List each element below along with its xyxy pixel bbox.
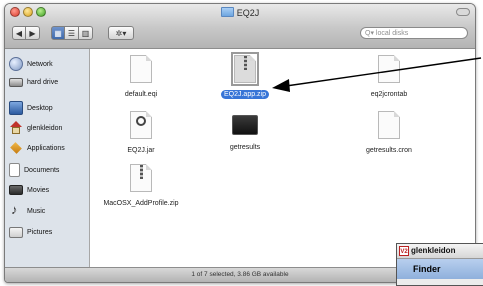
file-item-selected[interactable]: EQ2J.app.zip (200, 52, 290, 101)
file-name: getresults (229, 144, 261, 151)
file-item[interactable]: getresults (200, 115, 290, 154)
sidebar-item-pictures[interactable]: Pictures (9, 223, 52, 241)
window-title: EQ2J (5, 7, 475, 18)
file-name: eq2jcrontab (370, 91, 408, 98)
globe-icon (9, 57, 23, 71)
menu-bar: Finder (397, 259, 483, 279)
desktop-icon (9, 101, 23, 115)
applications-icon (9, 141, 23, 155)
sidebar-item-network[interactable]: Network (9, 55, 53, 73)
file-browser: default.eqi EQ2J.app.zip eq2jcrontab EQ2… (90, 49, 475, 268)
sidebar-item-music[interactable]: Music (9, 202, 45, 220)
sidebar-item-label: Movies (27, 186, 50, 194)
document-icon (378, 55, 400, 83)
home-icon (9, 121, 23, 135)
file-item[interactable]: MacOSX_AddProfile.zip (96, 164, 186, 210)
pictures-icon (9, 226, 23, 238)
icon-view-button[interactable]: ▦ (51, 26, 65, 40)
documents-icon (9, 163, 20, 177)
jar-icon (130, 111, 152, 139)
window-title-text: EQ2J (236, 8, 260, 18)
sidebar-item-glenkleidon[interactable]: glenkleidon (9, 119, 62, 137)
sidebar-item-label: Pictures (27, 228, 53, 236)
finder-window: EQ2J ◀ ▶ ▦ ☰ ▥ ✲▾ Q▾ local disks Network… (4, 3, 476, 283)
sidebar-item-label: Documents (24, 166, 60, 174)
sidebar-item-applications[interactable]: Applications (9, 139, 65, 157)
zip-icon (130, 164, 152, 192)
menu-finder[interactable]: Finder (413, 264, 441, 274)
column-view-button[interactable]: ▥ (79, 26, 93, 40)
list-view-button[interactable]: ☰ (65, 26, 79, 40)
sidebar-item-label: glenkleidon (27, 124, 63, 132)
file-item[interactable]: eq2jcrontab (344, 55, 434, 101)
file-name: default.eqi (124, 91, 158, 98)
sidebar-item-label: Applications (27, 144, 65, 152)
vnc-icon: V2 (399, 246, 409, 256)
toolbar-toggle-button[interactable] (456, 8, 470, 16)
document-icon (378, 111, 400, 139)
sidebar: Network hard drive Desktop glenkleidon A… (5, 49, 90, 268)
forward-button[interactable]: ▶ (26, 26, 40, 40)
movies-icon (9, 185, 23, 195)
file-item[interactable]: EQ2J.jar (96, 111, 186, 157)
hard-drive-icon (9, 77, 23, 87)
folder-icon (220, 7, 234, 17)
file-name: getresults.cron (366, 147, 412, 154)
sidebar-item-label: Music (27, 207, 46, 215)
terminal-icon (232, 115, 258, 135)
file-name: EQ2J.jar (127, 147, 155, 154)
music-icon (9, 202, 23, 218)
sidebar-item-documents[interactable]: Documents (9, 161, 59, 179)
sidebar-item-label: Network (27, 60, 53, 68)
background-window-title-text: glenkleidon (411, 246, 456, 255)
nav-buttons: ◀ ▶ (12, 26, 40, 40)
search-field[interactable]: Q▾ local disks (360, 27, 468, 39)
sidebar-item-label: Desktop (27, 104, 53, 112)
back-button[interactable]: ◀ (12, 26, 26, 40)
view-buttons: ▦ ☰ ▥ (51, 26, 93, 40)
zip-icon (231, 52, 259, 86)
file-name: EQ2J.app.zip (220, 90, 270, 99)
file-name: MacOSX_AddProfile.zip (103, 200, 179, 207)
action-menu: ✲▾ (108, 26, 134, 40)
file-item[interactable]: default.eqi (96, 55, 186, 101)
background-window-title: V2 glenkleidon (397, 244, 483, 259)
document-icon (130, 55, 152, 83)
sidebar-item-label: hard drive (27, 78, 59, 86)
action-button[interactable]: ✲▾ (108, 26, 134, 40)
sidebar-item-movies[interactable]: Movies (9, 181, 49, 199)
file-item[interactable]: getresults.cron (344, 111, 434, 157)
background-window[interactable]: V2 glenkleidon Finder (396, 243, 483, 286)
sidebar-item-hard-drive[interactable]: hard drive (9, 73, 58, 91)
title-bar: EQ2J ◀ ▶ ▦ ☰ ▥ ✲▾ Q▾ local disks (5, 4, 475, 49)
sidebar-item-desktop[interactable]: Desktop (9, 99, 53, 117)
